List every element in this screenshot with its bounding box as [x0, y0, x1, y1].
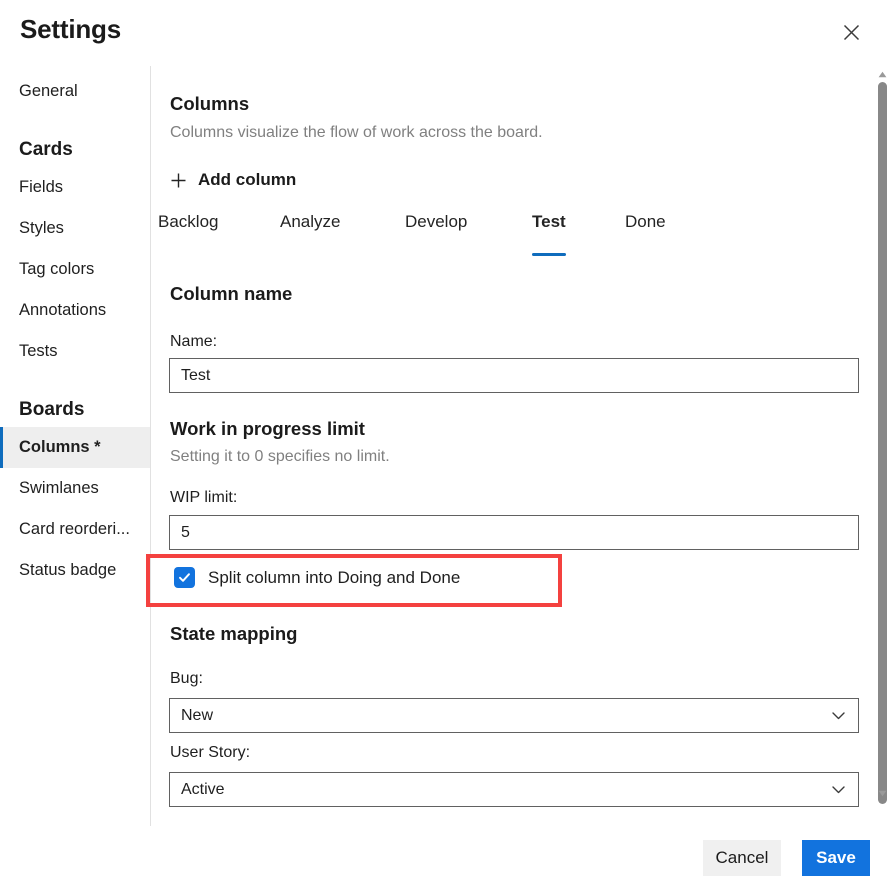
sidebar-group-boards: Boards — [0, 381, 150, 427]
tab-label: Done — [625, 212, 666, 231]
sidebar-item-label: Columns * — [19, 438, 101, 456]
user-story-label: User Story: — [170, 744, 251, 761]
scroll-up-button[interactable] — [874, 66, 891, 83]
sidebar-item-fields[interactable]: Fields — [0, 167, 150, 208]
sidebar-item-columns[interactable]: Columns * — [0, 427, 150, 468]
caret-down-icon — [878, 790, 887, 797]
plus-icon — [171, 173, 186, 187]
tab-done[interactable]: Done — [625, 212, 666, 256]
split-column-label: Split column into Doing and Done — [208, 567, 461, 587]
sidebar-item-tag-colors[interactable]: Tag colors — [0, 249, 150, 290]
sidebar-item-card-reordering[interactable]: Card reorderi... — [0, 509, 150, 550]
chevron-down-icon — [832, 712, 845, 720]
bug-label: Bug: — [170, 670, 203, 687]
sidebar-item-label: Fields — [19, 178, 64, 196]
scrollbar-thumb[interactable] — [878, 82, 887, 804]
sidebar-item-label: Tag colors — [19, 260, 95, 278]
sidebar-group-label: Cards — [19, 139, 73, 160]
user-story-state-value: Active — [181, 780, 225, 798]
page-title: Settings — [20, 14, 121, 44]
sidebar-item-tests[interactable]: Tests — [0, 331, 150, 372]
tab-backlog[interactable]: Backlog — [158, 212, 218, 256]
scroll-down-button[interactable] — [874, 785, 891, 802]
sidebar-group-cards: Cards — [0, 121, 150, 167]
column-name-heading: Column name — [170, 283, 293, 304]
name-input[interactable]: Test — [169, 358, 859, 393]
name-input-value: Test — [181, 366, 211, 384]
user-story-state-select[interactable]: Active — [169, 772, 859, 807]
settings-dialog: Settings General Cards Fields Styles Tag… — [0, 0, 891, 891]
sidebar-item-label: Styles — [19, 219, 64, 237]
sidebar-item-label: Status badge — [19, 561, 117, 579]
state-mapping-heading: State mapping — [170, 623, 298, 644]
add-column-button[interactable]: Add column — [150, 170, 296, 190]
wip-limit-description: Setting it to 0 specifies no limit. — [170, 448, 390, 465]
close-icon — [843, 24, 859, 40]
bug-state-value: New — [181, 706, 214, 724]
dialog-footer: Cancel Save — [0, 826, 891, 891]
sidebar-item-label: General — [19, 82, 78, 100]
columns-description: Columns visualize the flow of work acros… — [170, 124, 543, 141]
sidebar: General Cards Fields Styles Tag colors A… — [0, 62, 150, 826]
tab-label: Test — [532, 212, 566, 231]
tab-test[interactable]: Test — [532, 212, 566, 256]
tab-develop[interactable]: Develop — [405, 212, 467, 256]
close-button[interactable] — [837, 18, 865, 46]
sidebar-item-annotations[interactable]: Annotations — [0, 290, 150, 331]
cancel-button[interactable]: Cancel — [703, 840, 781, 876]
caret-up-icon — [878, 71, 887, 78]
tab-label: Develop — [405, 212, 468, 231]
dialog-header: Settings — [0, 0, 891, 62]
bug-state-select[interactable]: New — [169, 698, 859, 733]
sidebar-item-label: Tests — [19, 342, 58, 360]
sidebar-item-status-badge[interactable]: Status badge — [0, 550, 150, 591]
wip-limit-input[interactable]: 5 — [169, 515, 859, 550]
add-column-label: Add column — [198, 170, 297, 189]
save-button[interactable]: Save — [802, 840, 870, 876]
settings-content: Columns Columns visualize the flow of wo… — [150, 62, 875, 826]
sidebar-item-styles[interactable]: Styles — [0, 208, 150, 249]
split-column-checkbox-row[interactable]: Split column into Doing and Done — [174, 567, 460, 588]
checkmark-icon — [179, 573, 190, 582]
content-scrollbar[interactable] — [874, 62, 891, 826]
wip-limit-value: 5 — [181, 523, 190, 541]
chevron-down-icon — [832, 786, 845, 794]
sidebar-item-label: Annotations — [19, 301, 107, 319]
name-label: Name: — [170, 333, 218, 350]
tab-label: Analyze — [280, 212, 341, 231]
columns-heading: Columns — [170, 93, 250, 114]
tab-label: Backlog — [158, 212, 219, 231]
column-tabs: Backlog Analyze Develop Test Done — [150, 212, 875, 260]
wip-limit-heading: Work in progress limit — [170, 418, 365, 439]
sidebar-item-general[interactable]: General — [0, 71, 150, 112]
sidebar-item-label: Swimlanes — [19, 479, 99, 497]
split-column-checkbox[interactable] — [174, 567, 195, 588]
sidebar-item-label: Card reorderi... — [19, 520, 130, 538]
tab-analyze[interactable]: Analyze — [280, 212, 340, 256]
wip-limit-label: WIP limit: — [170, 489, 238, 506]
sidebar-item-swimlanes[interactable]: Swimlanes — [0, 468, 150, 509]
sidebar-group-label: Boards — [19, 399, 85, 420]
